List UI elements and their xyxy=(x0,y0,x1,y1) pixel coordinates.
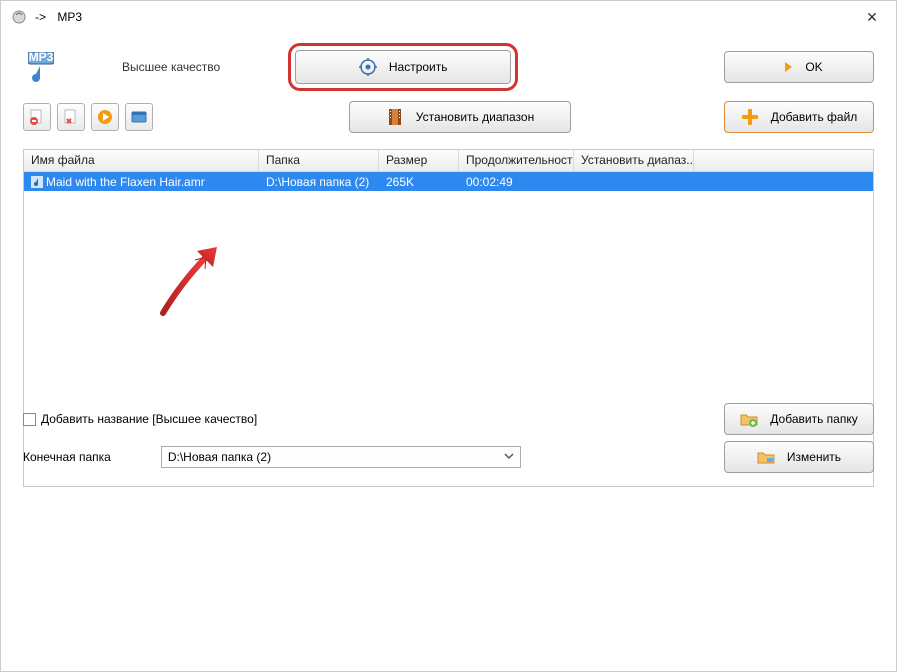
highlight-ring: Настроить xyxy=(288,43,518,91)
change-folder-button[interactable]: Изменить xyxy=(724,441,874,473)
settings-button[interactable]: Настроить xyxy=(295,50,511,84)
svg-text:MP3: MP3 xyxy=(29,52,54,64)
table-header: Имя файла Папка Размер Продолжительность… xyxy=(24,150,873,172)
add-file-button[interactable]: Добавить файл xyxy=(724,101,874,133)
header-range[interactable]: Установить диапаз... xyxy=(574,150,694,171)
header-size[interactable]: Размер xyxy=(379,150,459,171)
quality-label: Высшее качество xyxy=(122,60,220,74)
add-folder-button-label: Добавить папку xyxy=(770,412,857,426)
remove-selected-button[interactable] xyxy=(23,103,51,131)
header-filename[interactable]: Имя файла xyxy=(24,150,259,171)
clear-list-button[interactable] xyxy=(57,103,85,131)
add-file-button-label: Добавить файл xyxy=(771,110,858,124)
close-button[interactable]: ✕ xyxy=(858,6,886,28)
set-range-button[interactable]: Установить диапазон xyxy=(349,101,571,133)
dest-folder-label: Конечная папка xyxy=(23,450,111,464)
add-folder-button[interactable]: Добавить папку xyxy=(724,403,874,435)
plus-icon xyxy=(741,108,759,126)
window-title: -> MP3 xyxy=(35,10,82,24)
cell-range xyxy=(574,180,694,184)
add-title-label: Добавить название [Высшее качество] xyxy=(41,412,257,426)
cell-filename: Maid with the Flaxen Hair.amr xyxy=(24,173,259,191)
header-folder[interactable]: Папка xyxy=(259,150,379,171)
mp3-format-icon: MP3 xyxy=(28,52,54,82)
add-title-checkbox[interactable] xyxy=(23,413,36,426)
folder-plus-icon xyxy=(740,410,758,428)
gear-icon xyxy=(359,58,377,76)
cell-folder: D:\Новая папка (2) xyxy=(259,173,379,191)
info-button[interactable] xyxy=(125,103,153,131)
header-duration[interactable]: Продолжительность xyxy=(459,150,574,171)
table-row[interactable]: Maid with the Flaxen Hair.amr D:\Новая п… xyxy=(24,172,873,191)
dest-folder-combo[interactable]: D:\Новая папка (2) xyxy=(161,446,521,468)
cell-size: 265K xyxy=(379,173,459,191)
app-window: -> MP3 ✕ MP3 Высшее качество Настроить xyxy=(0,0,897,672)
folder-edit-icon xyxy=(757,448,775,466)
audio-file-icon xyxy=(31,176,43,188)
dest-folder-value: D:\Новая папка (2) xyxy=(168,450,271,464)
ok-button[interactable]: OK xyxy=(724,51,874,83)
titlebar: -> MP3 ✕ xyxy=(1,1,896,33)
chevron-down-icon xyxy=(504,450,514,464)
ok-button-label: OK xyxy=(805,60,822,74)
film-icon xyxy=(386,108,404,126)
set-range-button-label: Установить диапазон xyxy=(416,110,534,124)
settings-button-label: Настроить xyxy=(389,60,448,74)
change-folder-button-label: Изменить xyxy=(787,450,841,464)
app-icon xyxy=(11,9,27,25)
forward-arrow-icon xyxy=(775,58,793,76)
cell-duration: 00:02:49 xyxy=(459,173,574,191)
play-button[interactable] xyxy=(91,103,119,131)
